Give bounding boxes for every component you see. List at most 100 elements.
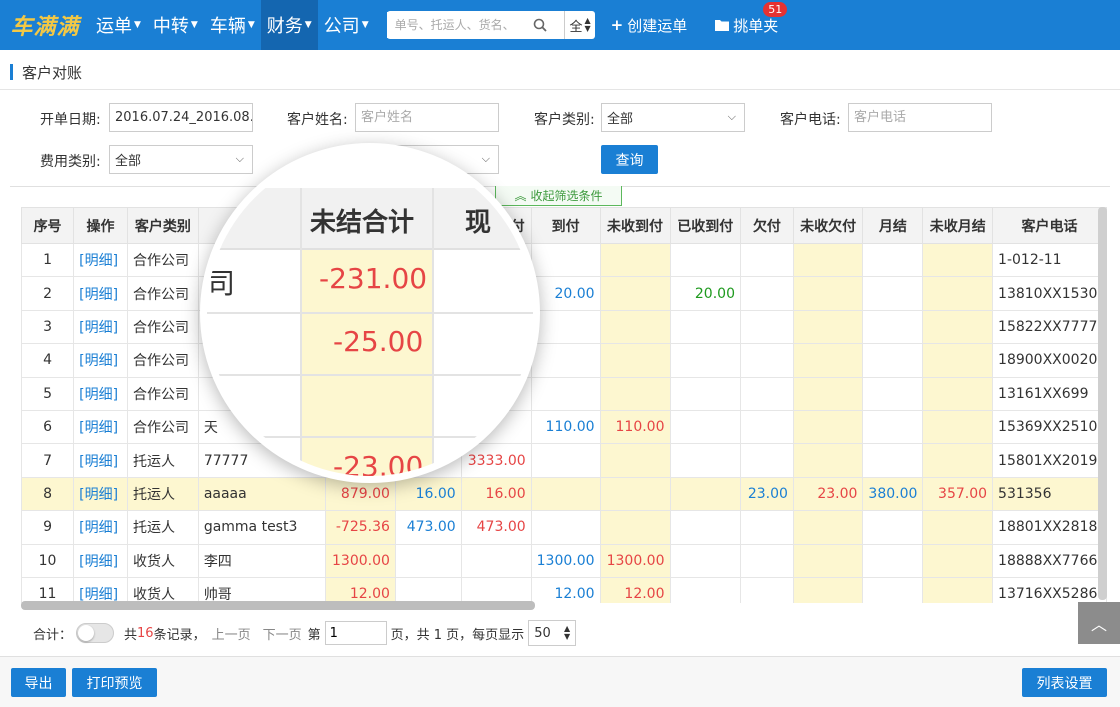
col-header[interactable]: 月结 [862, 207, 924, 244]
table-cell [739, 543, 794, 578]
detail-link[interactable]: [明细] [73, 276, 128, 311]
detail-link[interactable]: [明细] [73, 510, 128, 545]
detail-link[interactable]: [明细] [73, 543, 128, 578]
table-cell [394, 543, 462, 578]
detail-link[interactable]: [明细] [73, 443, 128, 478]
fee-type-label: 费用类别: [40, 154, 101, 170]
magnifier-grid-line [207, 436, 533, 438]
table-cell [599, 376, 671, 411]
nav-company[interactable]: 公司 ▼ [318, 0, 375, 50]
table-cell [530, 443, 601, 478]
table-cell [530, 510, 601, 545]
table-cell [862, 309, 924, 345]
table-cell [862, 543, 924, 578]
table-cell [599, 343, 671, 378]
col-header[interactable]: 客户电话 [992, 207, 1107, 244]
col-header[interactable]: 欠付 [739, 207, 794, 244]
plus-icon: + [610, 16, 624, 34]
detail-link[interactable]: [明细] [73, 476, 128, 512]
col-header[interactable]: 未收月结 [922, 207, 994, 244]
pagination-bar: 合计： 共16条记录， 上一页 下一页 第 页，共 1 页，每页显示 50 ▲▼ [33, 620, 577, 646]
table-cell [530, 242, 601, 278]
date-range-input[interactable] [109, 103, 253, 132]
detail-link[interactable]: [明细] [73, 376, 128, 411]
col-header[interactable]: 未收欠付 [792, 207, 864, 244]
list-settings-button[interactable]: 列表设置 [1022, 668, 1107, 697]
customer-type-label: 客户类别: [534, 112, 595, 128]
search-scope-select[interactable]: 全 ▲ ▼ [564, 11, 594, 39]
updown-arrows-icon: ▲ ▼ [584, 16, 591, 33]
table-cell [669, 309, 741, 345]
table-cell: 10 [21, 543, 75, 578]
col-header[interactable]: 序号 [21, 207, 75, 244]
export-button[interactable]: 导出 [11, 668, 66, 697]
table-cell: 12.00 [530, 576, 601, 603]
col-header[interactable]: 已收到付 [669, 207, 741, 244]
table-row: 7 [明细] 托运人 77777 3333.00 15801XX2019 [21, 443, 1107, 478]
detail-link[interactable]: [明细] [73, 343, 128, 378]
caret-down-icon: ▼ [247, 20, 255, 30]
table-cell [599, 476, 671, 512]
prev-page-link[interactable]: 上一页 [212, 624, 251, 643]
table-row: 3 [明细] 合作公司 15822XX7777 [21, 309, 1107, 345]
pick-folder-button[interactable]: 挑单夹 51 [715, 1, 788, 36]
search-icon[interactable] [527, 18, 553, 32]
col-header[interactable]: 到付 [530, 207, 601, 244]
table-cell: 1 [21, 242, 75, 278]
table-cell: 1300.00 [324, 543, 396, 578]
table-row: 10 [明细] 收货人 李四 1300.00 1300.00 1300.00 18888XX7… [21, 543, 1107, 578]
table-cell [792, 276, 864, 311]
nav-transfer[interactable]: 中转 ▼ [147, 0, 204, 50]
search-input[interactable] [386, 12, 527, 38]
toggle-knob [78, 625, 95, 641]
col-header[interactable]: 未收到付 [599, 207, 671, 244]
customer-type-select[interactable]: 全部 ⌵ [601, 103, 745, 132]
col-header[interactable]: 操作 [73, 207, 128, 244]
magnifier-grid-line [432, 188, 434, 476]
page-title: 客户对账 [22, 63, 83, 82]
detail-link[interactable]: [明细] [73, 309, 128, 345]
table-cell: 托运人 [126, 443, 199, 478]
page-number-input[interactable] [324, 621, 387, 645]
customer-name-input[interactable] [355, 103, 499, 132]
table-cell: 合作公司 [126, 409, 199, 445]
detail-link[interactable]: [明细] [73, 576, 128, 603]
horizontal-scrollbar[interactable] [21, 601, 535, 610]
table-cell [599, 309, 671, 345]
table-cell: 2 [21, 276, 75, 311]
back-to-top-button[interactable]: ︿ [1078, 602, 1120, 644]
customer-phone-input[interactable] [848, 103, 992, 132]
table-cell [922, 576, 994, 603]
query-button[interactable]: 查询 [601, 145, 658, 174]
table-cell: 12.00 [324, 576, 396, 603]
detail-link[interactable]: [明细] [73, 242, 128, 278]
table-cell: 16.00 [394, 476, 462, 512]
magnifier-value: -25.00 [333, 325, 424, 358]
table-row: 5 [明细] 合作公司 13161XX699 [21, 376, 1107, 411]
nav-company-label: 公司 [323, 16, 360, 37]
total-toggle[interactable] [76, 623, 115, 643]
table-cell [530, 476, 601, 512]
table-cell [862, 343, 924, 378]
next-page-link[interactable]: 下一页 [263, 624, 302, 643]
table-cell: gamma test3 [197, 510, 326, 545]
nav-waybill[interactable]: 运单 ▼ [90, 0, 147, 50]
table-cell: 收货人 [126, 576, 199, 603]
page-size-select[interactable]: 50 ▲ ▼ [528, 620, 577, 646]
detail-link[interactable]: [明细] [73, 409, 128, 445]
nav-vehicle[interactable]: 车辆 ▼ [204, 0, 261, 50]
nav-vehicle-label: 车辆 [209, 16, 246, 37]
table-cell: 18888XX7766 [992, 543, 1107, 578]
table-cell [669, 476, 741, 512]
page-prefix: 第 [307, 627, 321, 643]
create-waybill-button[interactable]: + 创建运单 [611, 15, 688, 36]
page-size-value: 50 [534, 625, 551, 641]
brand-logo[interactable]: 车满满 [0, 0, 90, 50]
customer-name-label: 客户姓名: [287, 112, 348, 128]
nav-finance[interactable]: 财务 ▼ [260, 0, 318, 50]
statement-table: 序号 操作 客户类别 现付 到付 未收到付 已收到付 欠付 未收欠付 月结 未收… [21, 207, 1107, 603]
col-header[interactable]: 客户类别 [126, 207, 199, 244]
table-cell: 13716XX5286 [992, 576, 1107, 603]
vertical-scrollbar[interactable] [1098, 207, 1107, 600]
print-preview-button[interactable]: 打印预览 [72, 668, 157, 697]
